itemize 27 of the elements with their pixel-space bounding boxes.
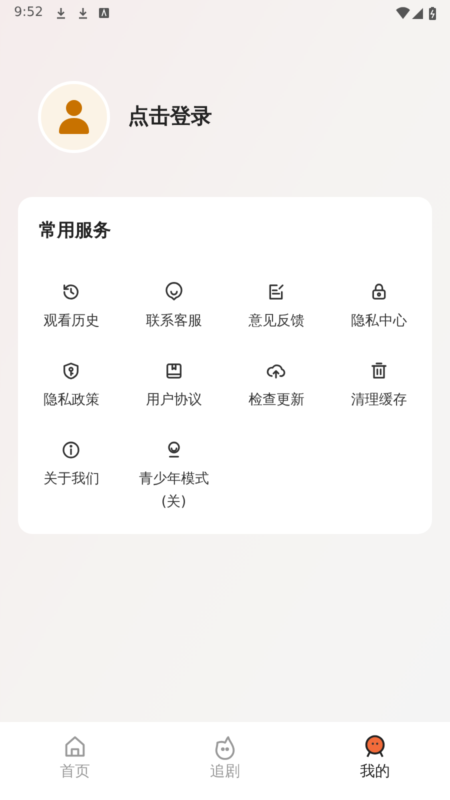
- service-item[interactable]: 隐私中心: [328, 274, 430, 339]
- login-link[interactable]: 点击登录: [128, 101, 212, 133]
- chat-bubble-icon: [164, 282, 184, 302]
- service-item[interactable]: 观看历史: [20, 274, 122, 339]
- tab-bar-item[interactable]: 我的: [300, 722, 450, 800]
- signal-icon: [412, 8, 423, 18]
- card-title: 常用服务: [39, 219, 112, 243]
- service-item[interactable]: 联系客服: [122, 274, 225, 339]
- status-time: 9:52: [14, 4, 44, 22]
- person-icon: [58, 99, 90, 135]
- document-icon: [164, 361, 184, 381]
- trash-icon: [368, 361, 389, 381]
- battery-icon: [429, 6, 436, 20]
- service-item[interactable]: 关于我们: [20, 432, 122, 520]
- app-notification-icon: [99, 8, 110, 18]
- service-item[interactable]: 用户协议: [122, 353, 225, 418]
- info-icon: [61, 440, 82, 460]
- service-item[interactable]: 清理缓存: [328, 353, 430, 418]
- shield-key-icon: [61, 361, 82, 381]
- wifi-icon: [396, 7, 410, 19]
- download-icon: [55, 7, 68, 19]
- service-item[interactable]: 青少年模式 (关): [122, 432, 225, 520]
- service-item[interactable]: 意见反馈: [225, 274, 328, 339]
- service-item[interactable]: 检查更新: [225, 353, 328, 418]
- history-icon: [61, 282, 82, 302]
- service-item[interactable]: 隐私政策: [20, 353, 122, 418]
- download-icon: [77, 7, 90, 19]
